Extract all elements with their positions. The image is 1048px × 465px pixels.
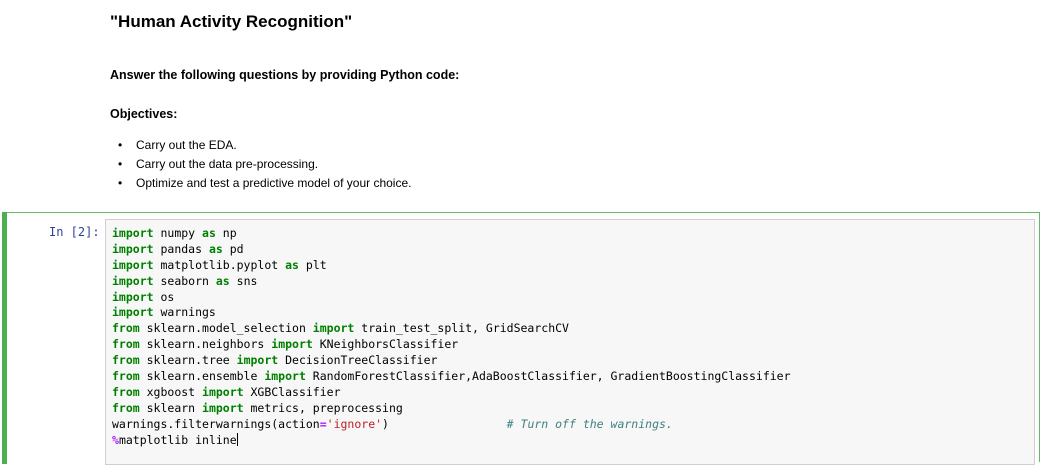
objective-item: • Carry out the EDA. — [110, 136, 411, 155]
code-token: warnings — [153, 305, 216, 320]
code-token: ) — [382, 416, 507, 431]
code-token: np — [215, 226, 237, 240]
code-token: from — [112, 321, 140, 336]
code-line: warnings.filterwarnings(action='ignore')… — [112, 417, 791, 433]
code-token: RandomForestClassifier,AdaBoostClassifie… — [305, 369, 791, 384]
code-token: sklearn.neighbors — [139, 337, 272, 352]
instructions-text: Answer the following questions by provid… — [110, 68, 460, 82]
code-token: = — [319, 416, 327, 431]
code-token: warnings.filterwarnings(action — [112, 416, 320, 431]
code-token: as — [202, 226, 216, 240]
code-token: seaborn — [153, 273, 216, 288]
code-token: % — [112, 432, 119, 447]
objective-item: • Carry out the data pre-processing. — [110, 155, 411, 174]
code-token: sklearn.ensemble — [139, 369, 265, 384]
code-line: from sklearn.neighbors import KNeighbors… — [112, 337, 791, 353]
code-token: from — [112, 369, 140, 384]
code-line: import matplotlib.pyplot as plt — [112, 258, 791, 274]
code-token: metrics, preprocessing — [243, 400, 403, 415]
code-token: plt — [298, 257, 327, 272]
code-token: matplotlib inline — [118, 432, 237, 447]
code-token: sns — [229, 273, 258, 288]
code-token: import — [112, 305, 154, 320]
code-token: pd — [222, 241, 244, 256]
markdown-cell[interactable]: "Human Activity Recognition" Answer the … — [0, 0, 1048, 210]
code-token: import — [112, 257, 154, 272]
code-token: import — [202, 400, 244, 415]
code-token: as — [215, 273, 230, 288]
code-line: import numpy as np — [112, 226, 791, 242]
code-token: pandas — [153, 241, 209, 256]
code-token: sklearn.tree — [139, 353, 237, 368]
code-token: KNeighborsClassifier — [312, 337, 459, 352]
objectives-list: • Carry out the EDA. • Carry out the dat… — [110, 136, 411, 193]
code-token: import — [312, 321, 355, 336]
code-token: sklearn.model_selection — [139, 321, 313, 336]
bullet-icon: • — [118, 176, 123, 190]
code-text[interactable]: import numpy as np import pandas as pd imp… — [112, 226, 791, 448]
code-line: import seaborn as sns — [112, 274, 791, 290]
code-token: import — [271, 337, 313, 352]
code-token: from — [112, 384, 140, 399]
code-token: 'ignore' — [326, 416, 383, 431]
code-token: sklearn — [139, 400, 203, 415]
code-token: as — [285, 257, 299, 272]
code-line: from sklearn.ensemble import RandomFores… — [112, 369, 791, 385]
objective-text: Carry out the data pre-processing. — [136, 157, 319, 171]
text-cursor — [236, 432, 238, 446]
code-token: import — [236, 353, 279, 368]
code-line: %matplotlib inline — [112, 432, 791, 449]
code-line: from sklearn import metrics, preprocessi… — [112, 401, 791, 417]
code-token: import — [202, 384, 244, 399]
code-token: import — [112, 226, 154, 240]
code-cell[interactable]: In [2]: import numpy as np import pandas … — [2, 212, 1040, 465]
code-token: import — [112, 273, 154, 288]
code-line: import warnings — [112, 305, 791, 321]
objectives-heading: Objectives: — [110, 107, 178, 121]
code-token: from — [112, 337, 140, 352]
code-token: xgboost — [139, 384, 203, 399]
bullet-icon: • — [118, 138, 123, 152]
code-line: from sklearn.tree import DecisionTreeCla… — [112, 353, 791, 369]
notebook-title: "Human Activity Recognition" — [110, 12, 353, 31]
code-line: from xgboost import XGBClassifier — [112, 385, 791, 401]
code-token: # Turn off the warnings. — [506, 416, 673, 431]
code-token: XGBClassifier — [243, 384, 341, 399]
code-line: from sklearn.model_selection import trai… — [112, 321, 791, 337]
code-token: DecisionTreeClassifier — [278, 353, 438, 368]
cell-selection-bar — [2, 212, 7, 464]
code-token: import — [264, 369, 306, 384]
code-token: from — [112, 400, 140, 415]
objective-item: • Optimize and test a predictive model o… — [110, 174, 411, 193]
code-token: train_test_split, GridSearchCV — [354, 321, 569, 336]
code-editor[interactable]: import numpy as np import pandas as pd imp… — [105, 219, 1035, 465]
code-token: import — [112, 241, 154, 256]
code-token: as — [208, 241, 223, 256]
code-line: import os — [112, 290, 791, 306]
input-prompt: In [2]: — [49, 225, 100, 239]
code-token: matplotlib.pyplot — [153, 257, 286, 272]
code-line: import pandas as pd — [112, 242, 791, 258]
objective-text: Carry out the EDA. — [136, 138, 237, 152]
bullet-icon: • — [118, 157, 123, 171]
code-token: import — [112, 289, 154, 304]
objective-text: Optimize and test a predictive model of … — [136, 176, 412, 190]
code-token: os — [153, 289, 175, 304]
code-token: from — [112, 353, 140, 368]
code-token: numpy — [153, 226, 203, 240]
